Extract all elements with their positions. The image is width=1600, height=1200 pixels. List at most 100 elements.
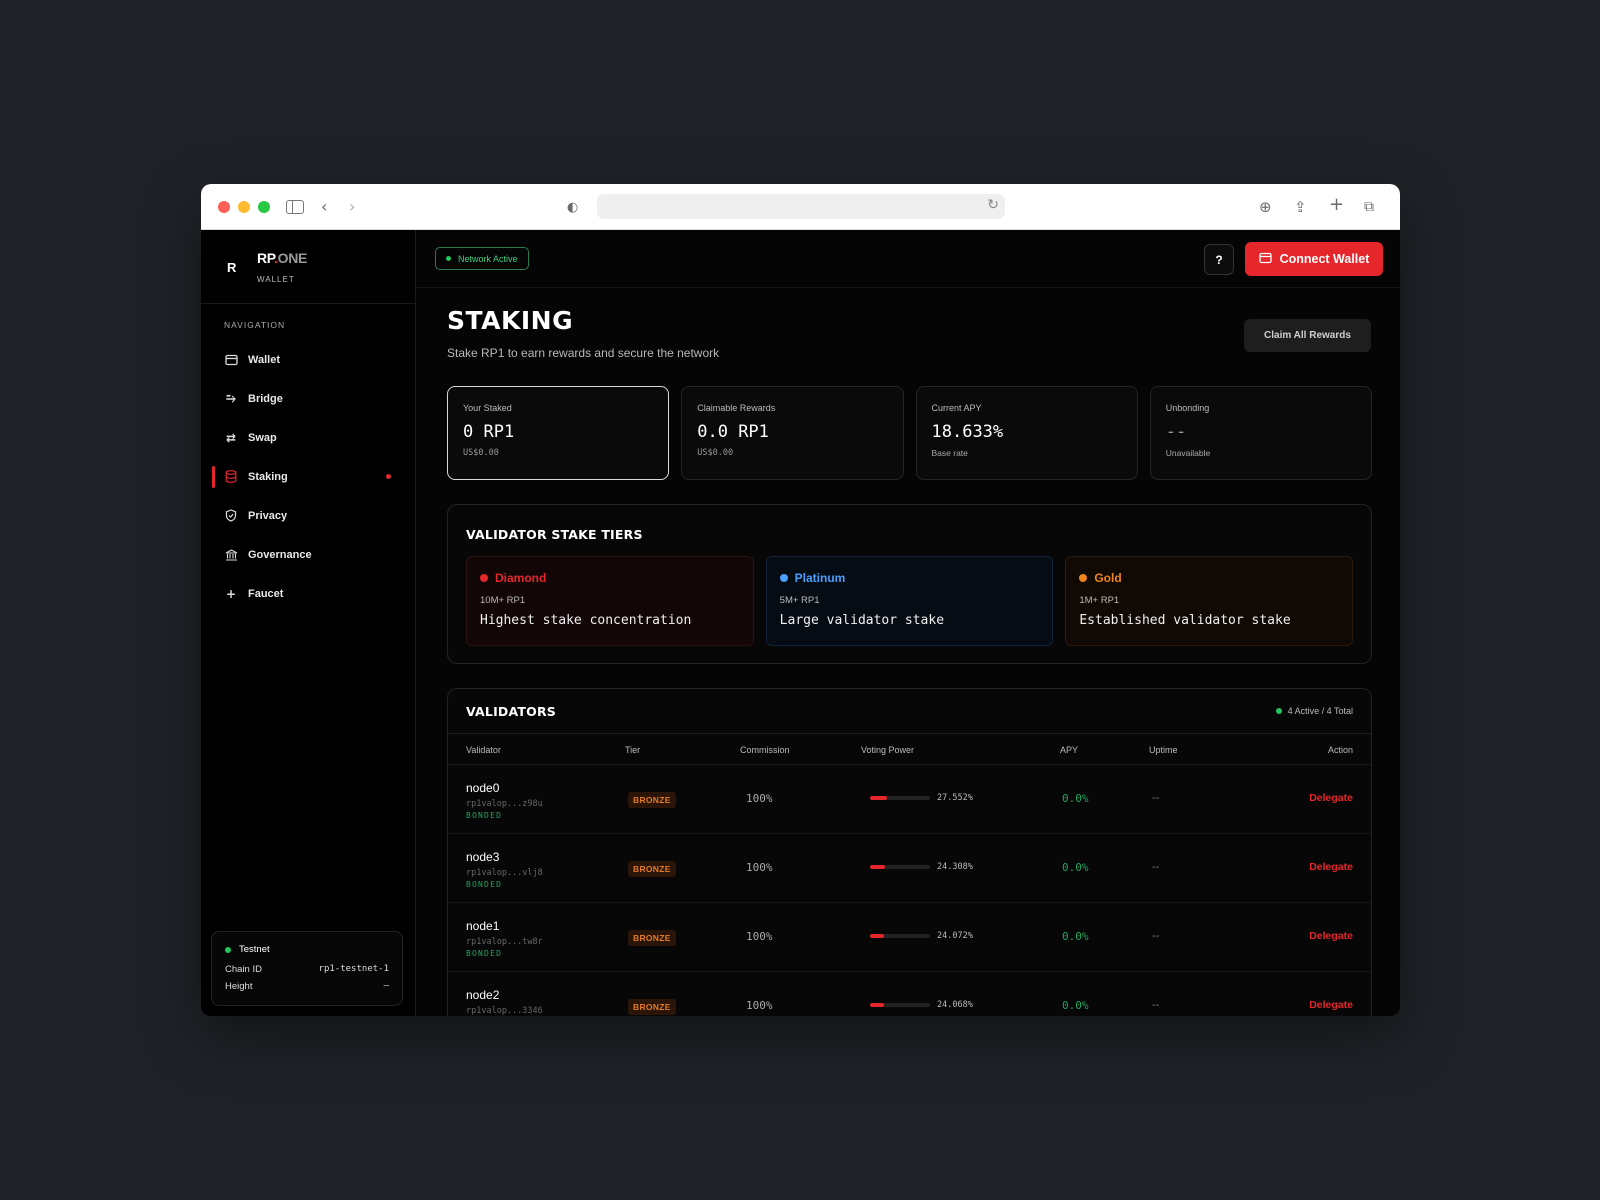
status-dot: [446, 256, 451, 261]
commission-value: 100%: [746, 999, 773, 1012]
shield-icon: [224, 509, 238, 523]
sidebar-item-label: Governance: [248, 548, 312, 561]
stat-note: US$0.00: [463, 448, 499, 458]
voting-power-bar: [870, 934, 930, 938]
table-row[interactable]: node2rp1valop...3346BONDEDBRONZE100%24.0…: [448, 972, 1371, 1016]
tier-description: Established validator stake: [1079, 613, 1291, 628]
back-icon[interactable]: ‹: [321, 198, 327, 216]
sidebar-item-wallet[interactable]: Wallet: [201, 340, 415, 379]
tier-cards: Diamond 10M+ RP1 Highest stake concentra…: [466, 556, 1354, 646]
connect-wallet-label: Connect Wallet: [1279, 252, 1370, 266]
validator-cell: node2rp1valop...3346BONDED: [466, 988, 543, 1016]
sidebar-toggle-icon[interactable]: [286, 200, 304, 214]
tier-minimum: 1M+ RP1: [1079, 595, 1120, 606]
browser-window: ‹ › ◐ ↻ ⊕ ⇪ + ⧉ R RP.ONE WALLET NAVIGATI…: [201, 184, 1400, 1016]
apy-value: 0.0%: [1062, 930, 1089, 943]
voting-power-bar-fill: [870, 1003, 885, 1007]
uptime-value: --: [1152, 861, 1160, 873]
stat-note: Base rate: [931, 448, 968, 458]
sidebar-item-swap[interactable]: ⇄ Swap: [201, 418, 415, 457]
window-controls: [218, 201, 270, 213]
apy-value: 0.0%: [1062, 999, 1089, 1012]
help-button[interactable]: ?: [1204, 244, 1234, 275]
share-icon[interactable]: ⇪: [1294, 198, 1307, 216]
column-header-voting-power[interactable]: Voting Power: [861, 745, 914, 755]
stats-row: Your Staked 0 RP1 US$0.00 Claimable Rewa…: [447, 386, 1372, 480]
bridge-icon: ⥲: [226, 391, 236, 405]
uptime-value: --: [1152, 999, 1160, 1011]
stat-note: US$0.00: [697, 448, 734, 458]
delegate-button[interactable]: Delegate: [1309, 861, 1353, 873]
stat-label: Your Staked: [463, 403, 512, 413]
address-bar[interactable]: ↻: [597, 194, 1005, 219]
validators-title: VALIDATORS: [466, 704, 556, 719]
sidebar-item-label: Bridge: [248, 392, 283, 405]
stat-card-apy[interactable]: Current APY 18.633% Base rate: [915, 386, 1138, 480]
tab-overview-icon[interactable]: ⧉: [1364, 198, 1374, 216]
sidebar-item-bridge[interactable]: ⥲ Bridge: [201, 379, 415, 418]
minimize-window-button[interactable]: [238, 201, 250, 213]
tiers-title: VALIDATOR STAKE TIERS: [466, 527, 643, 542]
page-title: STAKING: [447, 306, 574, 335]
stat-label: Unbonding: [1165, 403, 1210, 413]
validator-name[interactable]: node1: [466, 919, 543, 933]
claim-all-rewards-button[interactable]: Claim All Rewards: [1244, 319, 1371, 352]
validators-count: 4 Active / 4 Total: [1275, 706, 1353, 716]
height-value: –: [383, 981, 389, 991]
tier-minimum: 5M+ RP1: [779, 595, 820, 606]
stat-card-rewards[interactable]: Claimable Rewards 0.0 RP1 US$0.00: [681, 386, 904, 480]
validator-address: rp1valop...tw8r: [466, 937, 543, 947]
close-window-button[interactable]: [218, 201, 230, 213]
stat-label: Current APY: [931, 403, 982, 413]
delegate-button[interactable]: Delegate: [1309, 792, 1353, 804]
sidebar-item-privacy[interactable]: Privacy: [201, 496, 415, 535]
active-indicator-dot: [386, 474, 391, 479]
voting-power-cell: 24.308%: [870, 862, 973, 872]
sidebar-item-faucet[interactable]: + Faucet: [201, 574, 415, 613]
privacy-shield-icon[interactable]: ◐: [567, 199, 578, 217]
sidebar-item-staking[interactable]: Staking: [201, 457, 415, 496]
validators-count-text: 4 Active / 4 Total: [1287, 706, 1353, 716]
new-tab-icon[interactable]: +: [1329, 196, 1344, 214]
delegate-button[interactable]: Delegate: [1309, 999, 1353, 1011]
column-header-apy[interactable]: APY: [1060, 745, 1078, 755]
table-row[interactable]: node0 rp1valop...z98u BONDED BRONZE 100% 27.5…: [448, 765, 1371, 834]
wallet-icon: [1258, 252, 1272, 267]
stat-card-staked[interactable]: Your Staked 0 RP1 US$0.00: [447, 386, 670, 480]
column-header-tier[interactable]: Tier: [625, 745, 640, 755]
reload-icon[interactable]: ↻: [987, 197, 999, 213]
column-header-validator[interactable]: Validator: [466, 745, 501, 755]
uptime-value: --: [1152, 792, 1160, 804]
column-header-uptime[interactable]: Uptime: [1149, 745, 1178, 755]
page-subtitle: Stake RP1 to earn rewards and secure the…: [447, 346, 720, 360]
sidebar-item-governance[interactable]: Governance: [201, 535, 415, 574]
sidebar-nav: Wallet ⥲ Bridge ⇄ Swap Staking Privacy G…: [201, 340, 415, 613]
table-header: Validator Tier Commission Voting Power A…: [448, 734, 1371, 765]
brand-name-part: RP: [257, 250, 275, 266]
validator-name[interactable]: node2: [466, 988, 543, 1002]
download-icon[interactable]: ⊕: [1259, 198, 1272, 216]
status-dot: [1275, 708, 1282, 714]
uptime-value: --: [1152, 930, 1160, 942]
validator-name[interactable]: node0: [466, 781, 543, 795]
stat-card-unbonding[interactable]: Unbonding -- Unavailable: [1149, 386, 1372, 480]
stat-value: --: [1165, 422, 1187, 442]
main-content: Network Active ? Connect Wallet STAKING …: [416, 230, 1400, 1016]
table-row[interactable]: node1 rp1valop...tw8r BONDED BRONZE 100% 24.0…: [448, 903, 1371, 972]
stat-label: Claimable Rewards: [697, 403, 776, 413]
column-header-commission[interactable]: Commission: [740, 745, 790, 755]
validator-address: rp1valop...z98u: [466, 799, 543, 809]
brand-name[interactable]: RP.ONE: [257, 250, 307, 266]
table-row[interactable]: node3 rp1valop...vlj8 BONDED BRONZE 100% 24.3…: [448, 834, 1371, 903]
validator-status: BONDED: [466, 949, 503, 958]
voting-power-cell: 24.068%: [870, 1000, 973, 1010]
logo-mark: R: [227, 260, 237, 275]
commission-value: 100%: [746, 792, 773, 805]
voting-power-value: 24.068%: [937, 1000, 973, 1010]
delegate-button[interactable]: Delegate: [1309, 930, 1353, 942]
zoom-window-button[interactable]: [258, 201, 270, 213]
stat-note: Unavailable: [1165, 448, 1211, 458]
validator-name[interactable]: node3: [466, 850, 543, 864]
forward-icon[interactable]: ›: [349, 198, 355, 216]
connect-wallet-button[interactable]: Connect Wallet: [1245, 242, 1383, 276]
